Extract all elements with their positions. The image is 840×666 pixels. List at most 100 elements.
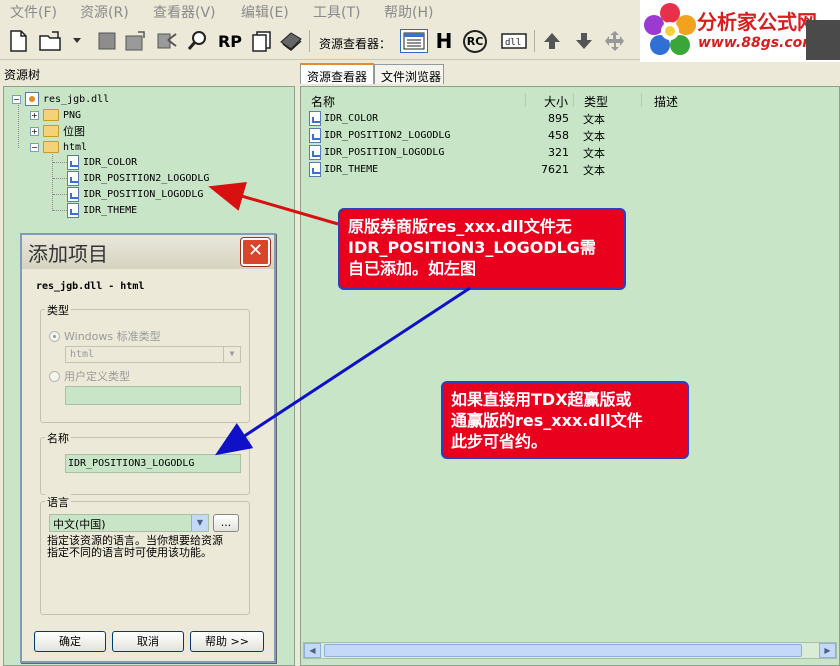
menu-help[interactable]: 帮助(H) <box>384 2 433 22</box>
viewer-grid-icon[interactable] <box>400 29 428 53</box>
tree-folder-html[interactable]: − html <box>30 139 87 155</box>
cancel-button[interactable]: 取消 <box>112 631 184 652</box>
folder-icon <box>43 109 59 121</box>
list-item-name: IDR_POSITION_LOGODLG <box>324 147 445 158</box>
close-button[interactable]: ✕ <box>241 238 270 266</box>
column-divider[interactable] <box>641 93 642 107</box>
type-group: 类型 Windows 标准类型 html ▼ 用户定义类型 <box>40 302 250 423</box>
text-file-icon <box>67 186 79 202</box>
custom-type-label: 用户定义类型 <box>64 370 130 383</box>
column-divider[interactable] <box>573 93 574 107</box>
help-button[interactable]: 帮助 >> <box>190 631 264 652</box>
horizontal-scrollbar[interactable]: ◀ ▶ <box>303 642 837 659</box>
list-item[interactable]: IDR_POSITION2_LOGODLG 458 文本 <box>307 127 827 144</box>
rc-icon[interactable]: RC <box>462 29 488 53</box>
tree-item-label: IDR_POSITION_LOGODLG <box>83 188 204 200</box>
tree-folder-bitmap[interactable]: + 位图 <box>30 123 85 139</box>
language-select[interactable]: 中文(中国) ▼ <box>49 514 209 532</box>
radio-selected-icon <box>49 330 60 342</box>
viewer-label: 资源查看器： <box>319 37 392 51</box>
dialog-titlebar[interactable]: 添加项目 ✕ <box>22 235 274 269</box>
tree-root[interactable]: − res_jgb.dll <box>12 91 109 107</box>
collapse-icon[interactable]: − <box>30 142 39 152</box>
rp-icon[interactable]: RP <box>216 29 244 53</box>
move-icon[interactable] <box>603 29 627 53</box>
list-item[interactable]: IDR_THEME 7621 文本 <box>307 161 827 178</box>
h-icon[interactable]: H <box>432 29 456 53</box>
tree-folder-label: 位图 <box>63 125 85 138</box>
h-icon-text: H <box>435 29 453 53</box>
collapse-icon[interactable]: − <box>12 94 21 104</box>
standard-type-select[interactable]: html ▼ <box>65 346 241 363</box>
standard-type-label: Windows 标准类型 <box>64 330 161 343</box>
list-item[interactable]: IDR_POSITION_LOGODLG 321 文本 <box>307 144 827 161</box>
tab-file-browser[interactable]: 文件浏览器 <box>374 64 444 84</box>
text-file-icon <box>67 154 79 170</box>
tree-item-idr-position-logodlg[interactable]: IDR_POSITION_LOGODLG <box>67 186 203 202</box>
custom-type-input[interactable] <box>65 386 241 405</box>
export-icon[interactable] <box>124 29 148 53</box>
menu-resource[interactable]: 资源(R) <box>80 2 129 22</box>
svg-text:dll: dll <box>505 38 521 48</box>
tab-resource-viewer[interactable]: 资源查看器 <box>300 63 374 84</box>
window-edge <box>806 20 840 60</box>
column-type[interactable]: 类型 <box>584 93 608 110</box>
language-group-label: 语言 <box>45 494 71 510</box>
scroll-left-icon[interactable]: ◀ <box>304 643 321 658</box>
name-group-label: 名称 <box>45 430 71 446</box>
tree-item-idr-color[interactable]: IDR_COLOR <box>67 154 137 170</box>
find-icon[interactable] <box>186 29 210 53</box>
expand-icon[interactable]: + <box>30 110 39 120</box>
app-window: 文件(F) 资源(R) 查看器(V) 编辑(E) 工具(T) 帮助(H) RP <box>0 0 840 666</box>
scroll-right-icon[interactable]: ▶ <box>819 643 836 658</box>
folder-icon <box>43 125 59 137</box>
column-name[interactable]: 名称 <box>311 93 335 110</box>
menu-tools[interactable]: 工具(T) <box>313 2 360 22</box>
list-item[interactable]: IDR_COLOR 895 文本 <box>307 110 827 127</box>
tree-folder-label: PNG <box>63 109 82 121</box>
folder-open-icon <box>43 141 59 153</box>
note-line: 自已添加。如左图 <box>348 259 477 278</box>
scroll-thumb[interactable] <box>324 644 802 657</box>
new-file-icon[interactable] <box>6 29 30 53</box>
custom-type-radio[interactable]: 用户定义类型 <box>49 368 130 384</box>
tree-item-label: IDR_POSITION2_LOGODLG <box>83 172 210 184</box>
language-more-button[interactable]: ... <box>213 514 239 532</box>
tree-guide <box>52 151 53 211</box>
ok-button[interactable]: 确定 <box>34 631 106 652</box>
list-item-type: 文本 <box>583 146 605 160</box>
arrow-down-icon[interactable] <box>572 29 596 53</box>
language-help-line: 指定不同的语言时可使用该功能。 <box>47 546 212 559</box>
tree-item-idr-position2-logodlg[interactable]: IDR_POSITION2_LOGODLG <box>67 170 209 186</box>
tree-item-idr-theme[interactable]: IDR_THEME <box>67 202 137 218</box>
name-group: 名称 IDR_POSITION3_LOGODLG <box>40 430 250 495</box>
copy-icon[interactable] <box>250 29 274 53</box>
text-file-icon <box>67 202 79 218</box>
menu-edit[interactable]: 编辑(E) <box>241 2 289 22</box>
open-folder-icon[interactable] <box>38 29 62 53</box>
tree-folder-png[interactable]: + PNG <box>30 107 81 123</box>
menu-file[interactable]: 文件(F) <box>10 2 57 22</box>
expand-icon[interactable]: + <box>30 126 39 136</box>
language-value: 中文(中国) <box>53 518 106 531</box>
list-item-size: 321 <box>548 146 569 159</box>
column-divider[interactable] <box>525 93 526 107</box>
standard-type-radio[interactable]: Windows 标准类型 <box>49 328 161 344</box>
book-icon[interactable] <box>279 29 303 53</box>
rp-icon-text: RP <box>217 31 243 51</box>
note-line: IDR_POSITION3_LOGODLG需 <box>348 238 596 257</box>
column-size[interactable]: 大小 <box>544 93 568 110</box>
save-icon[interactable] <box>95 29 119 53</box>
dll-icon[interactable]: dll <box>500 29 528 53</box>
name-input[interactable]: IDR_POSITION3_LOGODLG <box>65 454 241 473</box>
dialog-title: 添加项目 <box>28 242 108 266</box>
note-line: 原版券商版res_xxx.dll文件无 <box>348 217 572 236</box>
column-description[interactable]: 描述 <box>654 93 678 110</box>
arrow-up-icon[interactable] <box>540 29 564 53</box>
dropdown-arrow-icon[interactable] <box>70 29 84 53</box>
text-file-icon <box>309 162 321 177</box>
replace-icon[interactable] <box>156 29 180 53</box>
chevron-down-icon: ▼ <box>191 515 208 531</box>
logo-title: 分析家公式网 <box>697 10 817 34</box>
menu-viewer[interactable]: 查看器(V) <box>153 2 216 22</box>
